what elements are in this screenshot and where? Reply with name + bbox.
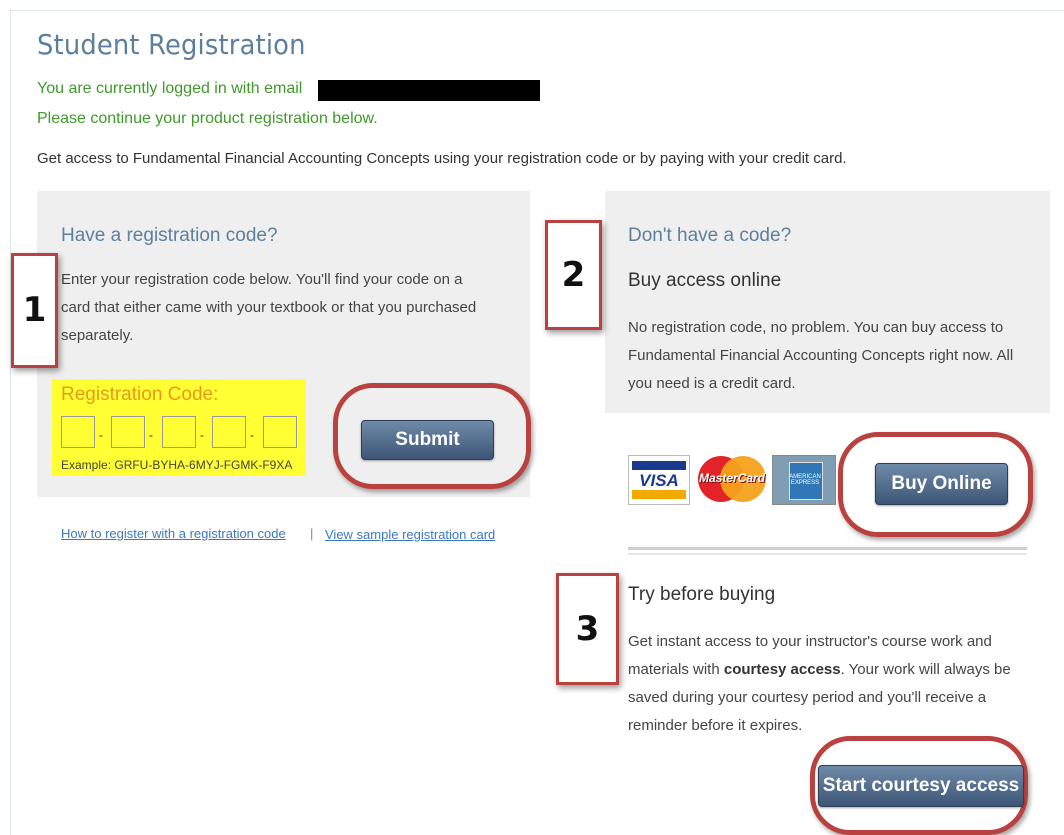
code-desc-line: card that either came with your textbook…: [61, 299, 477, 316]
buy-panel-description: No registration code, no problem. You ca…: [628, 314, 1013, 398]
mastercard-icon: MasterCard: [698, 455, 766, 505]
code-field-4[interactable]: [212, 416, 246, 448]
code-separator: -: [250, 428, 254, 442]
buy-online-button[interactable]: Buy Online: [875, 463, 1008, 505]
section-divider: [628, 553, 1027, 555]
sample-card-link[interactable]: View sample registration card: [325, 527, 495, 542]
trial-desc-line: saved during your courtesy period and yo…: [628, 689, 987, 706]
code-field-2[interactable]: [111, 416, 145, 448]
annotation-step-2: 2: [545, 220, 602, 330]
continue-message: Please continue your product registratio…: [37, 110, 378, 127]
link-separator: |: [310, 526, 314, 541]
trial-description: Get instant access to your instructor's …: [628, 628, 1011, 740]
code-field-5[interactable]: [263, 416, 297, 448]
login-status: You are currently logged in with email: [37, 80, 303, 97]
visa-card-icon: VISA: [628, 455, 690, 505]
buy-desc-line: you need is a credit card.: [628, 375, 796, 392]
buy-desc-line: No registration code, no problem. You ca…: [628, 319, 1004, 336]
trial-desc-line: materials with courtesy access. Your wor…: [628, 661, 1011, 678]
how-to-register-link[interactable]: How to register with a registration code: [61, 526, 286, 541]
submit-button[interactable]: Submit: [361, 420, 494, 460]
code-example: Example: GRFU-BYHA-6MYJ-FGMK-F9XA: [61, 458, 293, 472]
buy-panel-subheading: Buy access online: [628, 270, 782, 291]
trial-desc-line: Get instant access to your instructor's …: [628, 633, 992, 650]
code-desc-line: Enter your registration code below. You'…: [61, 271, 463, 288]
buy-panel-heading: Don't have a code?: [628, 225, 792, 246]
code-field-3[interactable]: [162, 416, 196, 448]
code-separator: -: [149, 428, 153, 442]
annotation-step-1: 1: [11, 253, 58, 368]
code-panel-heading: Have a registration code?: [61, 225, 278, 246]
code-desc-line: separately.: [61, 327, 134, 344]
code-panel-description: Enter your registration code below. You'…: [61, 266, 476, 350]
trial-heading: Try before buying: [628, 584, 776, 605]
amex-card-icon: AMERICAN EXPRESS: [772, 455, 836, 505]
start-courtesy-access-button[interactable]: Start courtesy access: [818, 765, 1024, 807]
annotation-step-3: 3: [556, 573, 619, 685]
registration-code-label: Registration Code:: [61, 384, 219, 405]
intro-text: Get access to Fundamental Financial Acco…: [37, 150, 847, 167]
email-redacted: [318, 80, 540, 101]
section-divider: [628, 547, 1027, 550]
code-separator: -: [99, 428, 103, 442]
code-field-1[interactable]: [61, 416, 95, 448]
courtesy-access-bold: courtesy access: [723, 661, 841, 678]
page-title: Student Registration: [37, 28, 306, 61]
code-separator: -: [200, 428, 204, 442]
buy-desc-line: Fundamental Financial Accounting Concept…: [628, 347, 1014, 364]
